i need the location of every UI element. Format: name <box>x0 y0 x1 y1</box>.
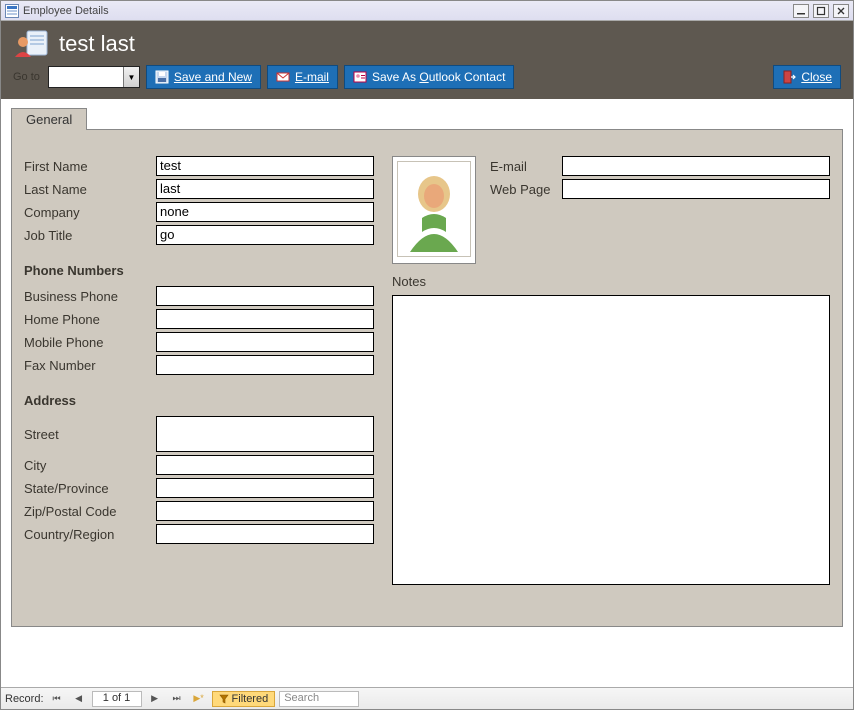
tab-general[interactable]: General <box>11 108 87 130</box>
save-and-new-button[interactable]: Save and New <box>146 65 261 89</box>
maximize-button[interactable] <box>813 4 829 18</box>
zip-field[interactable] <box>156 501 374 521</box>
country-label: Country/Region <box>24 527 156 542</box>
avatar-placeholder-icon <box>397 161 471 257</box>
address-section-title: Address <box>24 393 374 408</box>
webpage-field[interactable] <box>562 179 830 199</box>
person-card-icon <box>13 29 49 59</box>
business-phone-field[interactable] <box>156 286 374 306</box>
record-navigator: Record: ⏮ ◀ 1 of 1 ▶ ⏭ ▶* Filtered Searc… <box>1 687 853 709</box>
save-and-new-label: Save and New <box>174 70 252 84</box>
goto-select[interactable]: ▼ <box>48 66 140 88</box>
page-title: test last <box>59 31 135 57</box>
form-header: test last Go to ▼ Save and New E-mail <box>1 21 853 99</box>
minimize-button[interactable] <box>793 4 809 18</box>
state-label: State/Province <box>24 481 156 496</box>
email-label: E-mail <box>295 70 329 84</box>
window-title: Employee Details <box>23 5 109 17</box>
content-area: General First Name test Last Name last <box>1 99 853 687</box>
city-field[interactable] <box>156 455 374 475</box>
new-record-button[interactable]: ▶* <box>190 691 208 707</box>
company-field[interactable]: none <box>156 202 374 222</box>
last-name-label: Last Name <box>24 182 156 197</box>
outlook-label: Save As Outlook Contact <box>372 70 505 84</box>
goto-label: Go to <box>13 71 40 83</box>
job-title-field[interactable]: go <box>156 225 374 245</box>
phone-section-title: Phone Numbers <box>24 263 374 278</box>
form-icon <box>5 4 19 18</box>
contact-card-icon <box>353 70 367 84</box>
city-label: City <box>24 458 156 473</box>
record-position[interactable]: 1 of 1 <box>92 691 142 707</box>
home-phone-label: Home Phone <box>24 312 156 327</box>
envelope-icon <box>276 70 290 84</box>
last-name-field[interactable]: last <box>156 179 374 199</box>
business-phone-label: Business Phone <box>24 289 156 304</box>
street-field[interactable] <box>156 416 374 452</box>
job-title-label: Job Title <box>24 228 156 243</box>
search-input[interactable]: Search <box>279 691 359 707</box>
mobile-phone-label: Mobile Phone <box>24 335 156 350</box>
fax-field[interactable] <box>156 355 374 375</box>
notes-field[interactable] <box>392 295 830 585</box>
first-name-label: First Name <box>24 159 156 174</box>
first-record-button[interactable]: ⏮ <box>48 691 66 707</box>
email-label: E-mail <box>490 159 562 174</box>
zip-label: Zip/Postal Code <box>24 504 156 519</box>
chevron-down-icon: ▼ <box>123 67 139 87</box>
employee-details-window: Employee Details <box>0 0 854 710</box>
prev-record-button[interactable]: ◀ <box>70 691 88 707</box>
webpage-label: Web Page <box>490 182 562 197</box>
avatar-box[interactable] <box>392 156 476 264</box>
funnel-icon <box>219 694 229 704</box>
filtered-indicator[interactable]: Filtered <box>212 691 276 707</box>
toolbar: Go to ▼ Save and New E-mail <box>13 65 841 89</box>
notes-label: Notes <box>392 274 830 289</box>
country-field[interactable] <box>156 524 374 544</box>
home-phone-field[interactable] <box>156 309 374 329</box>
save-outlook-contact-button[interactable]: Save As Outlook Contact <box>344 65 514 89</box>
titlebar: Employee Details <box>1 1 853 21</box>
mobile-phone-field[interactable] <box>156 332 374 352</box>
record-label: Record: <box>5 693 44 705</box>
last-record-button[interactable]: ⏭ <box>168 691 186 707</box>
save-icon <box>155 70 169 84</box>
close-button[interactable]: Close <box>773 65 841 89</box>
state-field[interactable] <box>156 478 374 498</box>
door-close-icon <box>782 70 796 84</box>
close-window-button[interactable] <box>833 4 849 18</box>
tab-body: First Name test Last Name last Company n… <box>11 129 843 627</box>
email-button[interactable]: E-mail <box>267 65 338 89</box>
company-label: Company <box>24 205 156 220</box>
first-name-field[interactable]: test <box>156 156 374 176</box>
filtered-label: Filtered <box>232 693 269 705</box>
fax-label: Fax Number <box>24 358 156 373</box>
close-label: Close <box>801 70 832 84</box>
email-field[interactable] <box>562 156 830 176</box>
next-record-button[interactable]: ▶ <box>146 691 164 707</box>
street-label: Street <box>24 427 156 442</box>
